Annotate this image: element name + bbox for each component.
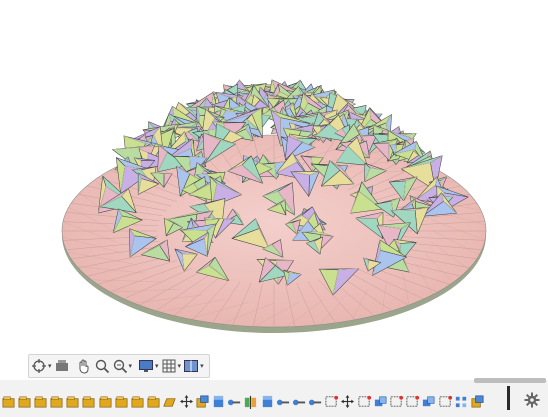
timeline-feature-sketch[interactable] <box>0 391 16 411</box>
combine-icon <box>374 396 387 406</box>
grid-button[interactable]: ▾ <box>161 356 182 376</box>
sketch-icon <box>34 396 47 407</box>
sketch-line-icon <box>325 395 339 407</box>
timeline-feature-sketch[interactable] <box>113 391 129 411</box>
timeline-feature-sketch[interactable] <box>65 391 81 411</box>
chevron-down-icon: ▾ <box>177 362 182 370</box>
timeline-scrollbar[interactable] <box>474 378 546 383</box>
fit-zoom-icon <box>113 359 127 374</box>
sketch-icon <box>99 396 112 407</box>
navigation-toolbar: ▾ ▾ ▾ ▾ ▾ <box>28 354 210 378</box>
timeline-feature-move[interactable] <box>178 391 194 411</box>
timeline-feature-extrude[interactable] <box>210 391 226 411</box>
timeline-strip <box>0 388 505 414</box>
chevron-down-icon: ▾ <box>48 362 52 370</box>
joint-icon <box>309 399 322 405</box>
grid-icon <box>162 359 176 373</box>
sketch-icon <box>82 396 95 407</box>
timeline-feature-combine[interactable] <box>372 391 388 411</box>
timeline-feature-sketch-line[interactable] <box>405 391 421 411</box>
dome-model <box>61 79 487 333</box>
sketch-icon <box>147 396 160 407</box>
pattern-icon <box>455 396 466 407</box>
gear-icon <box>524 392 540 408</box>
timeline-feature-move[interactable] <box>340 391 356 411</box>
viewports-icon <box>184 360 199 372</box>
timeline-feature-sketch[interactable] <box>49 391 65 411</box>
timeline-marker[interactable] <box>507 386 510 410</box>
look-at-icon <box>55 360 68 371</box>
look-at-button[interactable] <box>54 356 70 376</box>
timeline-feature-sketch[interactable] <box>81 391 97 411</box>
zoom-button[interactable] <box>94 356 110 376</box>
orbit-button[interactable]: ▾ <box>31 356 52 376</box>
orbit-icon <box>32 359 46 373</box>
zoom-icon <box>95 359 109 374</box>
chevron-down-icon: ▾ <box>155 362 159 370</box>
sketch-icon <box>115 396 128 407</box>
timeline-feature-sketch[interactable] <box>146 391 162 411</box>
timeline-feature-sketch-line[interactable] <box>437 391 453 411</box>
extrude-icon <box>213 395 224 407</box>
sketch-line-icon <box>390 395 404 407</box>
timeline-feature-sketch-line[interactable] <box>324 391 340 411</box>
fit-zoom-button[interactable]: ▾ <box>112 356 133 376</box>
timeline-feature-sketch[interactable] <box>32 391 48 411</box>
move-icon <box>341 394 355 408</box>
move-icon <box>179 394 193 408</box>
timeline-feature-extrude[interactable] <box>259 391 275 411</box>
timeline-feature-joint[interactable] <box>227 391 243 411</box>
sketch-icon <box>66 396 79 407</box>
combine-icon <box>423 396 435 406</box>
pan-hand-icon <box>79 359 89 374</box>
timeline-feature-joint[interactable] <box>275 391 291 411</box>
sketch-line-icon <box>406 395 420 407</box>
timeline-feature-joint[interactable] <box>291 391 307 411</box>
sketch-line-icon <box>438 395 452 407</box>
timeline-feature-pattern[interactable] <box>453 391 469 411</box>
sketch-line-icon <box>358 395 371 407</box>
timeline-feature-sketch-open[interactable] <box>162 391 178 411</box>
timeline-feature-sketch[interactable] <box>97 391 113 411</box>
display-settings-icon <box>139 360 154 372</box>
3d-viewport[interactable] <box>0 0 548 378</box>
component-icon <box>471 395 484 407</box>
timeline-settings-button[interactable] <box>523 391 541 409</box>
sketch-icon <box>131 396 144 407</box>
timeline-bar <box>0 380 548 417</box>
mirror-icon <box>245 395 257 409</box>
pan-hand-button[interactable] <box>76 356 92 376</box>
timeline-feature-joint[interactable] <box>308 391 324 411</box>
joint-icon <box>292 399 305 405</box>
timeline-feature-sketch-line[interactable] <box>389 391 405 411</box>
display-settings-button[interactable]: ▾ <box>138 356 159 376</box>
timeline-feature-component[interactable] <box>469 391 485 411</box>
timeline-feature-combine[interactable] <box>421 391 437 411</box>
timeline-feature-component[interactable] <box>194 391 210 411</box>
viewports-button[interactable]: ▾ <box>183 356 204 376</box>
chevron-down-icon: ▾ <box>200 362 204 370</box>
sketch-open-icon <box>163 397 177 407</box>
sketch-icon <box>18 396 31 407</box>
chevron-down-icon: ▾ <box>128 362 133 370</box>
joint-icon <box>228 399 241 405</box>
timeline-feature-sketch[interactable] <box>130 391 146 411</box>
component-icon <box>196 395 209 407</box>
sketch-icon <box>2 396 14 407</box>
timeline-feature-sketch[interactable] <box>16 391 32 411</box>
sketch-icon <box>50 396 63 407</box>
joint-icon <box>276 399 289 405</box>
extrude-icon <box>262 395 272 407</box>
timeline-feature-sketch-line[interactable] <box>356 391 372 411</box>
timeline-feature-mirror[interactable] <box>243 391 259 411</box>
